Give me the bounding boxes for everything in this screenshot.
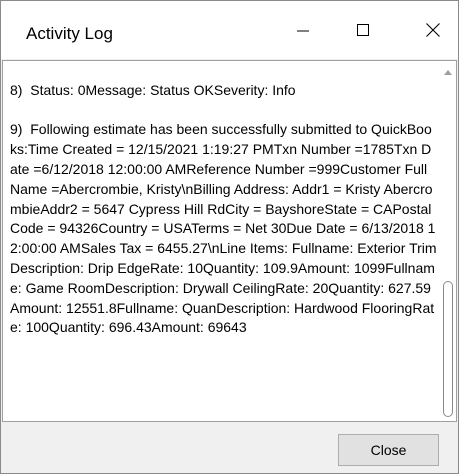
- close-button[interactable]: Close: [338, 434, 439, 466]
- vertical-scrollbar[interactable]: [440, 61, 456, 421]
- window-title: Activity Log: [26, 24, 113, 43]
- minimize-button[interactable]: [280, 1, 326, 59]
- maximize-icon: [356, 23, 370, 37]
- log-text: 8) Status: 0Message: Status OKSeverity: …: [10, 81, 437, 336]
- log-text-area[interactable]: 8) Status: 0Message: Status OKSeverity: …: [2, 60, 457, 422]
- scrollbar-thumb[interactable]: [443, 281, 453, 417]
- dialog-footer: Close: [1, 422, 458, 473]
- minimize-icon: [296, 23, 310, 37]
- scroll-up-arrow-icon[interactable]: [440, 65, 456, 79]
- title-bar[interactable]: Activity Log: [1, 1, 458, 59]
- maximize-button[interactable]: [340, 1, 386, 59]
- close-icon: [425, 22, 441, 38]
- activity-log-window: Activity Log 8) Status: 0Message: Status…: [0, 0, 459, 474]
- close-window-button[interactable]: [410, 1, 456, 59]
